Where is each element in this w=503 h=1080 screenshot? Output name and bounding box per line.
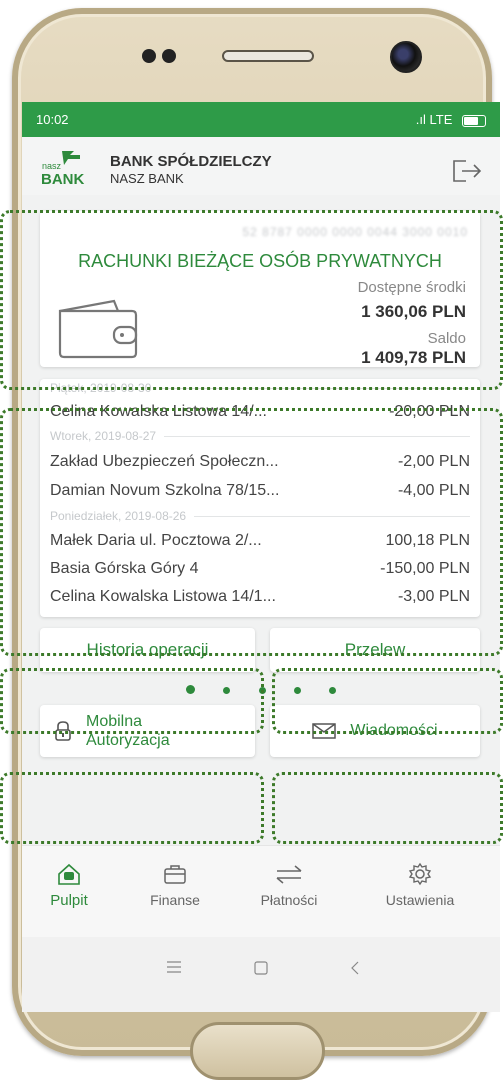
gear-icon bbox=[408, 862, 432, 886]
sensor-dot bbox=[162, 49, 176, 63]
app-header: nasz BANK BANK SPÓŁDZIELCZY NASZ BANK bbox=[22, 137, 500, 195]
transaction-row[interactable]: Zakład Ubezpieczeń Społeczn... -2,00 PLN bbox=[50, 453, 470, 471]
transaction-row[interactable]: Damian Novum Szkolna 78/15... -4,00 PLN bbox=[50, 482, 470, 500]
account-card[interactable]: 52 8787 0000 0000 0044 3000 0010 RACHUNK… bbox=[40, 211, 480, 367]
tab-finanse[interactable]: Finanse bbox=[120, 862, 230, 908]
page-dot[interactable] bbox=[329, 687, 337, 694]
tab-ustawienia[interactable]: Ustawienia bbox=[360, 862, 480, 908]
transaction-row[interactable]: Małek Daria ul. Pocztowa 2/... 100,18 PLN bbox=[50, 532, 470, 550]
bottom-tab-bar: Pulpit Finanse Płatności Ustawienia bbox=[22, 845, 500, 938]
back-icon[interactable] bbox=[350, 961, 360, 975]
signal-label: .ıl LTE bbox=[415, 112, 453, 127]
tab-platnosci[interactable]: Płatności bbox=[234, 862, 344, 908]
logo-top-text: nasz bbox=[42, 161, 62, 171]
status-indicators: .ıl LTE bbox=[416, 112, 486, 127]
page-indicator bbox=[22, 681, 500, 699]
date-separator: Piątek, 2019-08-30 bbox=[50, 381, 470, 395]
bank-logo: nasz BANK bbox=[41, 151, 84, 187]
logout-icon[interactable] bbox=[450, 157, 484, 185]
dashboard-content: 52 8787 0000 0000 0044 3000 0010 RACHUNK… bbox=[22, 195, 500, 845]
available-funds-value: 1 360,06 PLN bbox=[361, 302, 466, 321]
page-dot[interactable] bbox=[258, 687, 266, 694]
date-separator: Wtorek, 2019-08-27 bbox=[50, 429, 470, 443]
balance-value: 1 409,78 PLN bbox=[361, 348, 466, 367]
battery-icon bbox=[462, 114, 486, 127]
status-bar: 10:02 .ıl LTE bbox=[22, 102, 500, 137]
mobile-auth-button[interactable]: Mobilna Autoryzacja bbox=[40, 705, 255, 757]
menu-icon[interactable] bbox=[167, 961, 181, 973]
balance-label: Saldo bbox=[427, 330, 466, 347]
transfer-button[interactable]: Przelew bbox=[270, 628, 480, 672]
bank-title: BANK SPÓŁDZIELCZY bbox=[110, 153, 272, 170]
front-camera bbox=[390, 41, 422, 73]
account-name: RACHUNKI BIEŻĄCE OSÓB PRYWATNYCH bbox=[78, 251, 442, 271]
transaction-row[interactable]: Celina Kowalska Listowa 14/... -20,00 PLN bbox=[50, 403, 470, 421]
home-square-icon[interactable] bbox=[254, 961, 268, 975]
home-icon bbox=[58, 863, 80, 885]
wallet-icon bbox=[58, 299, 138, 359]
bank-subtitle: NASZ BANK bbox=[110, 171, 184, 186]
transaction-row[interactable]: Basia Górska Góry 4 -150,00 PLN bbox=[50, 560, 470, 578]
tab-pulpit[interactable]: Pulpit bbox=[22, 862, 124, 909]
transaction-row[interactable]: Celina Kowalska Listowa 14/1... -3,00 PLN bbox=[50, 588, 470, 606]
mobile-auth-line2: Autoryzacja bbox=[86, 732, 170, 749]
date-separator: Poniedziałek, 2019-08-26 bbox=[50, 509, 470, 523]
briefcase-icon bbox=[164, 865, 186, 884]
android-nav-bar bbox=[22, 937, 500, 1012]
page-dot[interactable] bbox=[293, 687, 301, 694]
hardware-home-button[interactable] bbox=[190, 1022, 325, 1080]
available-funds-label: Dostępne środki bbox=[357, 279, 466, 296]
lock-icon bbox=[55, 721, 71, 741]
phone-screen: 10:02 .ıl LTE nasz BANK BANK SPÓŁDZIELCZ… bbox=[22, 102, 500, 1012]
logo-bottom-text: BANK bbox=[41, 171, 84, 187]
page-dot[interactable] bbox=[223, 687, 231, 694]
messages-button[interactable]: Wiadomości bbox=[270, 705, 480, 757]
sensor-dot bbox=[142, 49, 156, 63]
recent-transactions[interactable]: Piątek, 2019-08-30 Celina Kowalska Listo… bbox=[40, 379, 480, 617]
mobile-auth-line1: Mobilna bbox=[86, 713, 143, 730]
envelope-icon bbox=[312, 723, 337, 739]
page-dot[interactable] bbox=[185, 685, 195, 694]
status-time: 10:02 bbox=[36, 112, 69, 127]
transfer-arrows-icon bbox=[276, 865, 302, 884]
earpiece-speaker bbox=[222, 50, 314, 62]
history-button[interactable]: Historia operacji bbox=[40, 628, 255, 672]
account-number: 52 8787 0000 0000 0044 3000 0010 bbox=[242, 225, 468, 239]
